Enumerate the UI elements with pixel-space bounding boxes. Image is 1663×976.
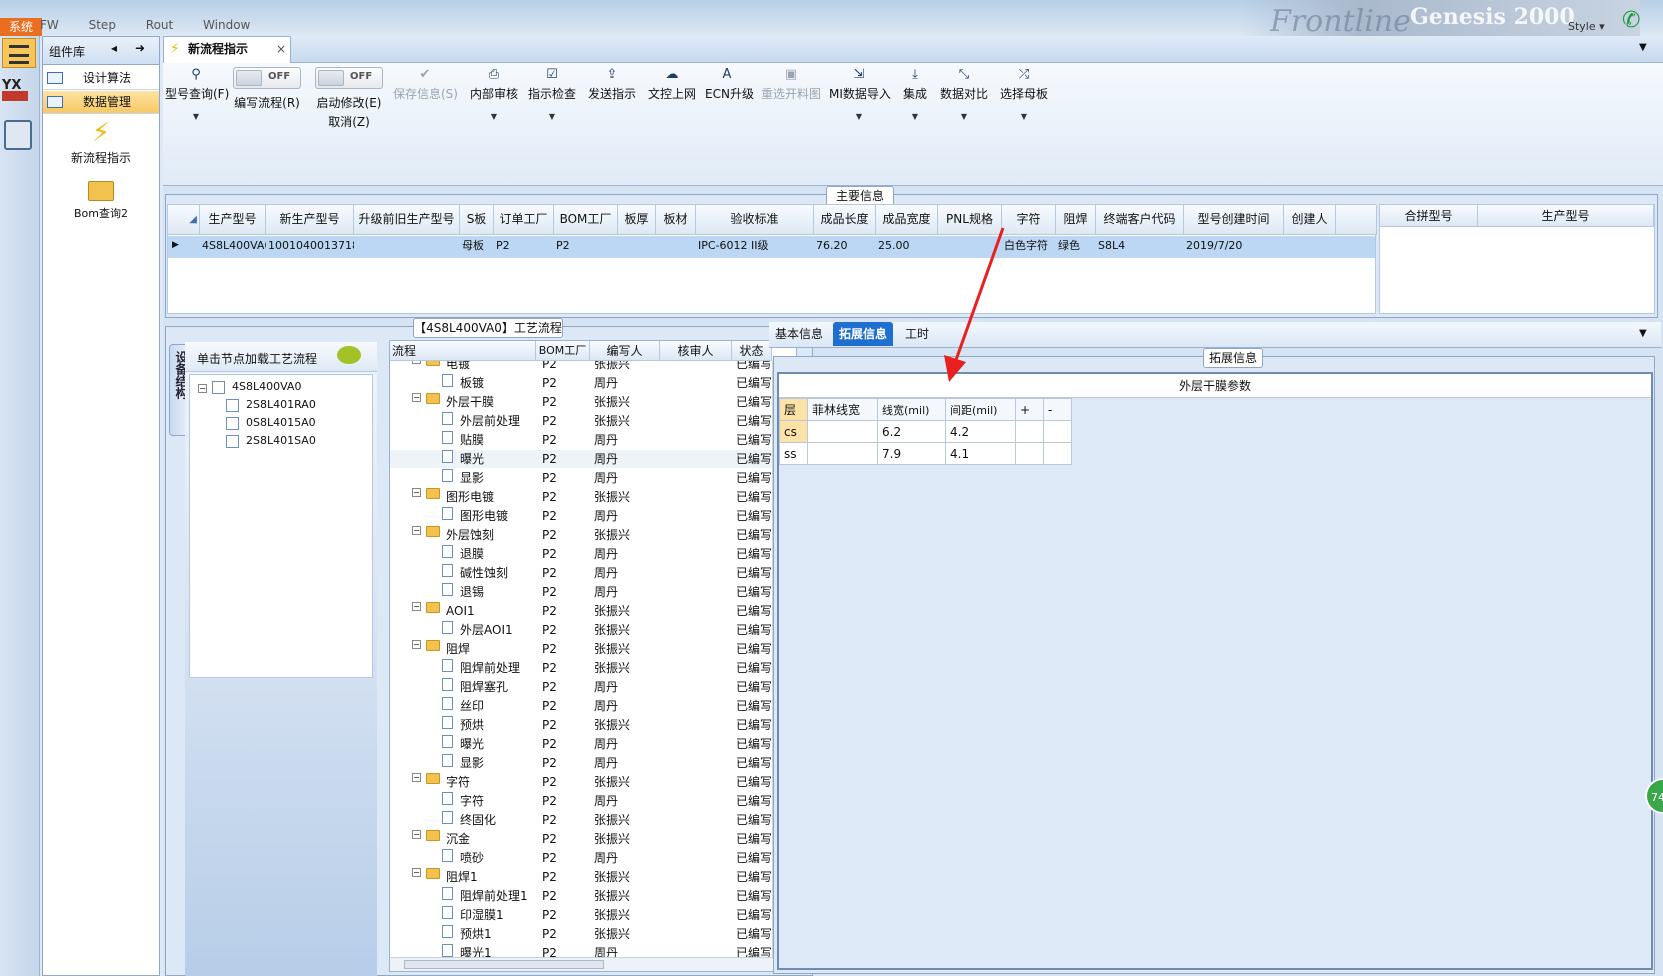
annotation-arrow [944,227,1005,382]
arrow-head [944,355,966,382]
arrow-shaft [954,227,1005,361]
